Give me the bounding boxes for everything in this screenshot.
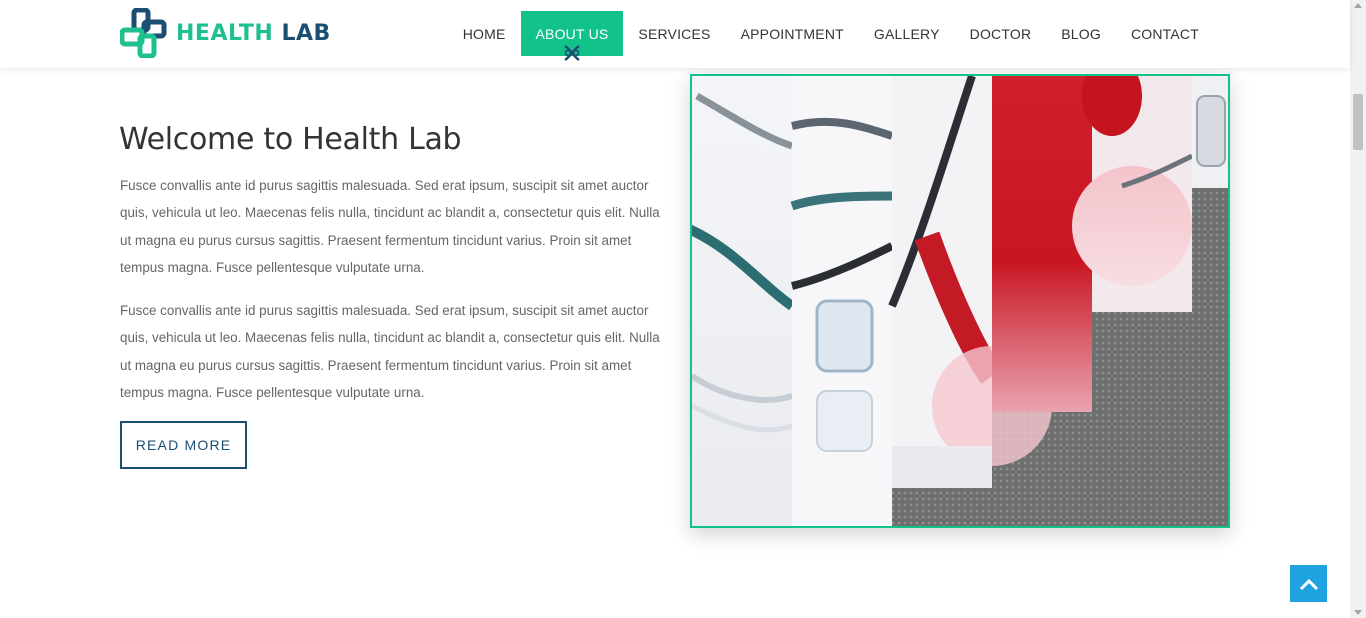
about-paragraph-2: Fusce convallis ante id purus sagittis m…: [120, 303, 660, 400]
medical-cross-logo-icon: [120, 8, 167, 58]
nav-gallery[interactable]: GALLERY: [859, 11, 955, 56]
nav-services-label: SERVICES: [638, 25, 711, 42]
brand-logo[interactable]: HEALTH LAB: [120, 8, 331, 58]
read-more-button[interactable]: READ MORE: [120, 421, 247, 469]
nav-home[interactable]: HOME: [448, 11, 521, 56]
nav-doctor-label: DOCTOR: [969, 25, 1032, 42]
nav-appointment[interactable]: APPOINTMENT: [726, 11, 859, 56]
about-paragraph-1: Fusce convallis ante id purus sagittis m…: [120, 178, 660, 275]
brand-name-part1: HEALTH: [176, 20, 274, 46]
about-image: [690, 74, 1230, 528]
scroll-up-arrow-icon[interactable]: [1354, 3, 1362, 8]
brand-name: HEALTH LAB: [176, 21, 331, 46]
nav-blog[interactable]: BLOG: [1046, 11, 1116, 56]
nav-contact[interactable]: CONTACT: [1116, 11, 1214, 56]
nav-blog-label: BLOG: [1061, 25, 1101, 42]
nav-gallery-label: GALLERY: [873, 25, 940, 42]
nav-about-us[interactable]: ABOUT US: [520, 11, 624, 61]
scroll-down-arrow-icon[interactable]: [1354, 610, 1362, 615]
site-header: HEALTH LAB HOME ABOUT US SERVICES APPOIN…: [0, 0, 1350, 68]
back-to-top-button[interactable]: [1290, 565, 1327, 602]
nav-doctor[interactable]: DOCTOR: [955, 11, 1047, 56]
chevron-up-icon: [1299, 578, 1318, 590]
page-scrollbar[interactable]: [1350, 0, 1366, 618]
nav-about-us-label: ABOUT US: [535, 25, 609, 42]
stethoscope-photo: [692, 76, 1228, 526]
dna-icon: [564, 45, 580, 61]
nav-contact-label: CONTACT: [1130, 25, 1199, 42]
main-nav: HOME ABOUT US SERVICES APPOINTMENT GALLE…: [448, 11, 1214, 61]
scrollbar-thumb[interactable]: [1353, 94, 1363, 150]
section-title: Welcome to Health Lab: [119, 122, 462, 157]
nav-home-label: HOME: [462, 25, 506, 42]
nav-services[interactable]: SERVICES: [623, 11, 725, 56]
brand-name-part2: LAB: [281, 20, 331, 46]
nav-appointment-label: APPOINTMENT: [740, 25, 844, 42]
